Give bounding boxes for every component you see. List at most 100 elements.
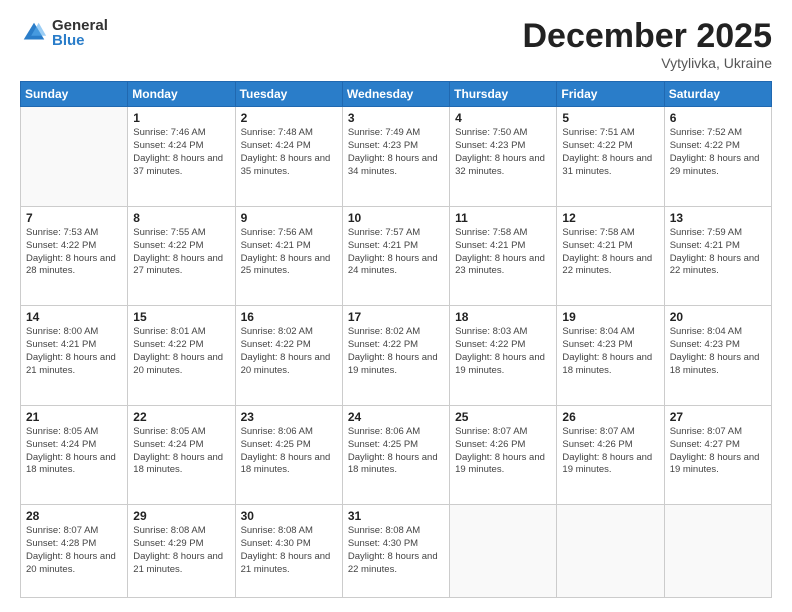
calendar-cell: 5 Sunrise: 7:51 AMSunset: 4:22 PMDaylight… bbox=[557, 107, 664, 207]
logo-blue-text: Blue bbox=[52, 33, 108, 48]
calendar-cell: 25Sunrise: 8:07 AMSunset: 4:26 PMDayligh… bbox=[450, 405, 557, 505]
calendar-cell bbox=[21, 107, 128, 207]
logo: General Blue bbox=[20, 18, 108, 48]
day-number: 4 bbox=[455, 111, 551, 125]
day-info: Sunrise: 8:05 AMSunset: 4:24 PMDaylight:… bbox=[26, 426, 122, 477]
calendar-cell: 22Sunrise: 8:05 AMSunset: 4:24 PMDayligh… bbox=[128, 405, 235, 505]
day-number: 11 bbox=[455, 211, 551, 225]
day-number: 8 bbox=[133, 211, 229, 225]
calendar-cell: 8 Sunrise: 7:55 AMSunset: 4:22 PMDaylight… bbox=[128, 206, 235, 306]
day-info: Sunrise: 8:04 AMSunset: 4:23 PMDaylight:… bbox=[670, 326, 766, 377]
day-info: Sunrise: 8:06 AMSunset: 4:25 PMDaylight:… bbox=[348, 426, 444, 477]
day-number: 28 bbox=[26, 509, 122, 523]
day-info: Sunrise: 8:02 AMSunset: 4:22 PMDaylight:… bbox=[241, 326, 337, 377]
day-info: Sunrise: 7:59 AMSunset: 4:21 PMDaylight:… bbox=[670, 227, 766, 278]
calendar-cell: 20 Sunrise: 8:04 AMSunset: 4:23 PMDayligh… bbox=[664, 306, 771, 406]
day-number: 21 bbox=[26, 410, 122, 424]
calendar-cell: 28 Sunrise: 8:07 AMSunset: 4:28 PMDayligh… bbox=[21, 505, 128, 598]
page: General Blue December 2025 Vytylivka, Uk… bbox=[0, 0, 792, 612]
day-info: Sunrise: 8:08 AMSunset: 4:29 PMDaylight:… bbox=[133, 525, 229, 576]
day-number: 1 bbox=[133, 111, 229, 125]
calendar-cell: 13Sunrise: 7:59 AMSunset: 4:21 PMDayligh… bbox=[664, 206, 771, 306]
day-number: 5 bbox=[562, 111, 658, 125]
weekday-header-wednesday: Wednesday bbox=[342, 82, 449, 107]
day-info: Sunrise: 7:52 AMSunset: 4:22 PMDaylight:… bbox=[670, 127, 766, 178]
calendar-cell: 18 Sunrise: 8:03 AMSunset: 4:22 PMDayligh… bbox=[450, 306, 557, 406]
calendar-cell: 4 Sunrise: 7:50 AMSunset: 4:23 PMDaylight… bbox=[450, 107, 557, 207]
day-info: Sunrise: 8:03 AMSunset: 4:22 PMDaylight:… bbox=[455, 326, 551, 377]
calendar-cell bbox=[557, 505, 664, 598]
weekday-header-tuesday: Tuesday bbox=[235, 82, 342, 107]
calendar-cell: 12 Sunrise: 7:58 AMSunset: 4:21 PMDayligh… bbox=[557, 206, 664, 306]
calendar-cell: 1 Sunrise: 7:46 AMSunset: 4:24 PMDaylight… bbox=[128, 107, 235, 207]
day-number: 27 bbox=[670, 410, 766, 424]
day-info: Sunrise: 7:53 AMSunset: 4:22 PMDaylight:… bbox=[26, 227, 122, 278]
calendar-cell: 17Sunrise: 8:02 AMSunset: 4:22 PMDayligh… bbox=[342, 306, 449, 406]
day-number: 17 bbox=[348, 310, 444, 324]
calendar-cell: 26 Sunrise: 8:07 AMSunset: 4:26 PMDayligh… bbox=[557, 405, 664, 505]
calendar-cell: 19 Sunrise: 8:04 AMSunset: 4:23 PMDayligh… bbox=[557, 306, 664, 406]
calendar-cell: 21 Sunrise: 8:05 AMSunset: 4:24 PMDayligh… bbox=[21, 405, 128, 505]
day-info: Sunrise: 8:08 AMSunset: 4:30 PMDaylight:… bbox=[348, 525, 444, 576]
day-info: Sunrise: 8:07 AMSunset: 4:28 PMDaylight:… bbox=[26, 525, 122, 576]
calendar-cell: 30 Sunrise: 8:08 AMSunset: 4:30 PMDayligh… bbox=[235, 505, 342, 598]
week-row-2: 7 Sunrise: 7:53 AMSunset: 4:22 PMDaylight… bbox=[21, 206, 772, 306]
calendar-cell: 6 Sunrise: 7:52 AMSunset: 4:22 PMDaylight… bbox=[664, 107, 771, 207]
week-row-3: 14Sunrise: 8:00 AMSunset: 4:21 PMDayligh… bbox=[21, 306, 772, 406]
calendar-cell: 15Sunrise: 8:01 AMSunset: 4:22 PMDayligh… bbox=[128, 306, 235, 406]
day-number: 7 bbox=[26, 211, 122, 225]
day-number: 20 bbox=[670, 310, 766, 324]
day-number: 16 bbox=[241, 310, 337, 324]
calendar-cell: 2Sunrise: 7:48 AMSunset: 4:24 PMDaylight… bbox=[235, 107, 342, 207]
day-number: 10 bbox=[348, 211, 444, 225]
calendar-cell: 11 Sunrise: 7:58 AMSunset: 4:21 PMDayligh… bbox=[450, 206, 557, 306]
day-info: Sunrise: 8:04 AMSunset: 4:23 PMDaylight:… bbox=[562, 326, 658, 377]
logo-icon bbox=[20, 19, 48, 47]
day-info: Sunrise: 7:49 AMSunset: 4:23 PMDaylight:… bbox=[348, 127, 444, 178]
location-subtitle: Vytylivka, Ukraine bbox=[522, 55, 772, 71]
day-info: Sunrise: 7:58 AMSunset: 4:21 PMDaylight:… bbox=[455, 227, 551, 278]
day-number: 18 bbox=[455, 310, 551, 324]
day-info: Sunrise: 8:07 AMSunset: 4:26 PMDaylight:… bbox=[562, 426, 658, 477]
day-number: 26 bbox=[562, 410, 658, 424]
day-info: Sunrise: 7:51 AMSunset: 4:22 PMDaylight:… bbox=[562, 127, 658, 178]
day-number: 22 bbox=[133, 410, 229, 424]
title-block: December 2025 Vytylivka, Ukraine bbox=[522, 18, 772, 71]
calendar-cell bbox=[664, 505, 771, 598]
day-number: 19 bbox=[562, 310, 658, 324]
day-info: Sunrise: 7:50 AMSunset: 4:23 PMDaylight:… bbox=[455, 127, 551, 178]
day-number: 29 bbox=[133, 509, 229, 523]
day-info: Sunrise: 7:55 AMSunset: 4:22 PMDaylight:… bbox=[133, 227, 229, 278]
day-info: Sunrise: 8:00 AMSunset: 4:21 PMDaylight:… bbox=[26, 326, 122, 377]
week-row-4: 21 Sunrise: 8:05 AMSunset: 4:24 PMDayligh… bbox=[21, 405, 772, 505]
calendar-cell bbox=[450, 505, 557, 598]
day-number: 31 bbox=[348, 509, 444, 523]
day-info: Sunrise: 7:48 AMSunset: 4:24 PMDaylight:… bbox=[241, 127, 337, 178]
day-number: 3 bbox=[348, 111, 444, 125]
day-number: 24 bbox=[348, 410, 444, 424]
header: General Blue December 2025 Vytylivka, Uk… bbox=[20, 18, 772, 71]
day-info: Sunrise: 8:01 AMSunset: 4:22 PMDaylight:… bbox=[133, 326, 229, 377]
weekday-header-row: SundayMondayTuesdayWednesdayThursdayFrid… bbox=[21, 82, 772, 107]
day-number: 6 bbox=[670, 111, 766, 125]
day-info: Sunrise: 7:46 AMSunset: 4:24 PMDaylight:… bbox=[133, 127, 229, 178]
calendar-cell: 7 Sunrise: 7:53 AMSunset: 4:22 PMDaylight… bbox=[21, 206, 128, 306]
month-title: December 2025 bbox=[522, 18, 772, 55]
calendar-cell: 29 Sunrise: 8:08 AMSunset: 4:29 PMDayligh… bbox=[128, 505, 235, 598]
calendar-cell: 31 Sunrise: 8:08 AMSunset: 4:30 PMDayligh… bbox=[342, 505, 449, 598]
day-number: 23 bbox=[241, 410, 337, 424]
calendar-cell: 3 Sunrise: 7:49 AMSunset: 4:23 PMDaylight… bbox=[342, 107, 449, 207]
day-info: Sunrise: 7:58 AMSunset: 4:21 PMDaylight:… bbox=[562, 227, 658, 278]
day-info: Sunrise: 8:08 AMSunset: 4:30 PMDaylight:… bbox=[241, 525, 337, 576]
week-row-1: 1 Sunrise: 7:46 AMSunset: 4:24 PMDaylight… bbox=[21, 107, 772, 207]
week-row-5: 28 Sunrise: 8:07 AMSunset: 4:28 PMDayligh… bbox=[21, 505, 772, 598]
day-number: 30 bbox=[241, 509, 337, 523]
day-number: 12 bbox=[562, 211, 658, 225]
logo-general-text: General bbox=[52, 18, 108, 33]
weekday-header-saturday: Saturday bbox=[664, 82, 771, 107]
calendar-cell: 9Sunrise: 7:56 AMSunset: 4:21 PMDaylight… bbox=[235, 206, 342, 306]
calendar-cell: 16 Sunrise: 8:02 AMSunset: 4:22 PMDayligh… bbox=[235, 306, 342, 406]
day-number: 9 bbox=[241, 211, 337, 225]
day-info: Sunrise: 7:57 AMSunset: 4:21 PMDaylight:… bbox=[348, 227, 444, 278]
calendar-cell: 27Sunrise: 8:07 AMSunset: 4:27 PMDayligh… bbox=[664, 405, 771, 505]
